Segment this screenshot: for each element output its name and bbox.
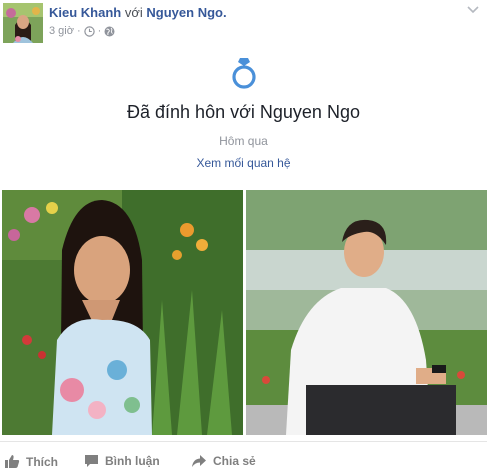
share-icon [192, 455, 206, 467]
like-button[interactable]: Thích [4, 454, 58, 469]
comment-button[interactable]: Bình luận [84, 454, 160, 468]
life-event: Đã đính hôn với Nguyen Ngo Hôm qua Xem m… [0, 56, 487, 172]
meta-separator-2: · [97, 25, 102, 37]
action-bar: Thích Bình luận Chia sẻ [0, 441, 487, 476]
meta-separator: · [76, 25, 81, 37]
author-line: Kieu Khanh với Nguyen Ngo. [49, 5, 227, 20]
avatar[interactable] [3, 3, 43, 43]
comment-label: Bình luận [105, 454, 160, 468]
share-button[interactable]: Chia sẻ [191, 454, 256, 468]
photo-man[interactable] [246, 190, 487, 435]
event-date: Hôm qua [219, 134, 268, 148]
with-word: với [124, 5, 143, 20]
view-relationship-link[interactable]: Xem mối quan hệ [196, 156, 290, 170]
chevron-down-icon[interactable] [465, 3, 481, 17]
post-meta: 3 giờ · · [49, 25, 115, 37]
share-label: Chia sẻ [213, 454, 256, 468]
ring-icon [231, 58, 256, 89]
clock-icon [83, 25, 95, 37]
tagged-name[interactable]: Nguyen Ngo. [146, 5, 226, 20]
photo-woman[interactable] [2, 190, 243, 435]
post-header: Kieu Khanh với Nguyen Ngo. 3 giờ · · [0, 0, 487, 46]
comment-icon [85, 455, 98, 467]
thumbs-up-icon [5, 455, 20, 468]
author-name[interactable]: Kieu Khanh [49, 5, 121, 20]
post-time[interactable]: 3 giờ [49, 25, 74, 37]
globe-icon[interactable] [104, 26, 115, 37]
like-label: Thích [26, 454, 58, 469]
photo-grid [0, 190, 487, 435]
event-title: Đã đính hôn với Nguyen Ngo [127, 102, 360, 122]
